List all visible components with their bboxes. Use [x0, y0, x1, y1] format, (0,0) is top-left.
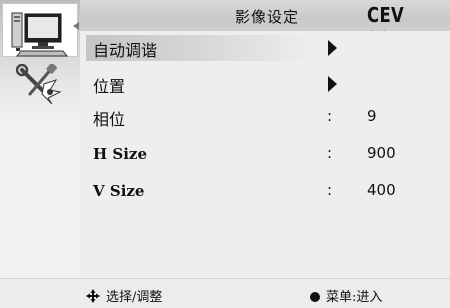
- menu-item-position[interactable]: 位置: [80, 69, 450, 99]
- menu-item-v-size[interactable]: V Size : 400: [80, 176, 450, 206]
- title-bar: 影像设定 CEV 804: [80, 0, 450, 51]
- direction-pad-icon: [86, 289, 100, 303]
- select-adjust-hint: 选择/调整: [86, 286, 162, 305]
- v-size-value: 400: [367, 181, 396, 199]
- value-separator: :: [327, 107, 333, 125]
- menu-item-label: 自动调谐: [93, 41, 158, 60]
- menu-list: 自动调谐 位置 相位 : 9 H Size : 900 V Size : 400: [80, 31, 450, 278]
- monitor-icon: [11, 12, 79, 57]
- select-adjust-label: 选择/调整: [106, 290, 163, 305]
- menu-item-h-size[interactable]: H Size : 900: [80, 139, 450, 169]
- menu-item-label: 位置: [93, 77, 126, 96]
- menu-item-label: 相位: [93, 110, 126, 129]
- osd-menu: 影像设定 CEV 804 自动调谐 位置 相位 : 9 H Size : 900…: [0, 0, 450, 308]
- category-sidebar: [0, 0, 80, 278]
- monitor-category-tab[interactable]: [2, 3, 79, 57]
- menu-enter-hint: 菜单:进入: [310, 286, 382, 305]
- menu-item-auto-adjust[interactable]: 自动调谐: [80, 33, 450, 63]
- menu-enter-label: 菜单:进入: [326, 290, 383, 305]
- submenu-arrow-icon: [328, 40, 337, 56]
- tools-icon: [15, 63, 62, 105]
- value-separator: :: [327, 181, 333, 199]
- tools-category-tab[interactable]: [15, 63, 62, 108]
- help-bar: 选择/调整 菜单:进入: [0, 278, 450, 308]
- menu-item-phase[interactable]: 相位 : 9: [80, 102, 450, 132]
- h-size-value: 900: [367, 144, 396, 162]
- submenu-arrow-icon: [328, 76, 337, 92]
- menu-item-label: V Size: [93, 182, 145, 200]
- menu-title: 影像设定: [235, 8, 300, 26]
- value-separator: :: [327, 144, 333, 162]
- menu-button-icon: [310, 292, 320, 302]
- phase-value: 9: [367, 107, 377, 125]
- menu-item-label: H Size: [93, 145, 147, 163]
